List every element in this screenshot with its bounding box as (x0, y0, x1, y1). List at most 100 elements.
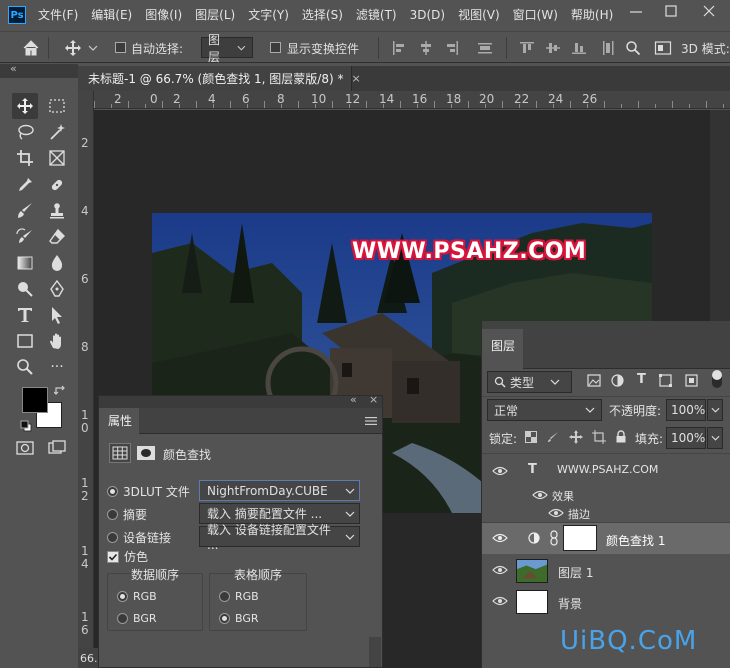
radio-table-order-bgr[interactable] (219, 613, 230, 624)
healing-brush-icon[interactable] (44, 172, 70, 198)
layer-filter-dropdown[interactable]: 类型 (487, 371, 572, 393)
menu-edit[interactable]: 编辑(E) (91, 0, 132, 30)
collapse-icon[interactable]: « (10, 62, 17, 75)
radio-abstract[interactable] (107, 509, 118, 520)
dither-option[interactable]: 仿色 (107, 548, 148, 565)
data-order-bgr[interactable]: BGR (117, 612, 157, 625)
search-icon[interactable] (625, 40, 641, 56)
data-order-rgb[interactable]: RGB (117, 590, 157, 603)
radio-table-order-rgb[interactable] (219, 591, 230, 602)
menu-file[interactable]: 文件(F) (38, 0, 78, 30)
close-panel-icon[interactable]: × (369, 393, 378, 406)
foreground-color-swatch[interactable] (22, 387, 48, 413)
panel-menu-icon[interactable] (365, 416, 377, 426)
menu-select[interactable]: 选择(S) (302, 0, 343, 30)
auto-select-checkbox[interactable] (115, 42, 126, 53)
3dlut-file-dropdown[interactable]: NightFromDay.CUBE (199, 480, 360, 501)
chevron-down-icon[interactable] (88, 44, 98, 52)
align-right-icon[interactable] (444, 40, 460, 56)
layer-thumbnail[interactable] (516, 559, 548, 583)
path-selection-icon[interactable] (44, 302, 70, 328)
screen-mode-icon[interactable] (48, 440, 66, 456)
distribute-vertical-icon[interactable] (600, 40, 616, 56)
lock-all-icon[interactable] (615, 430, 627, 443)
visibility-eye-icon[interactable] (492, 596, 508, 606)
crop-tool-icon[interactable] (12, 145, 38, 171)
type-tool-icon[interactable] (12, 302, 38, 328)
opacity-input[interactable]: 100% (666, 399, 706, 421)
frame-tool-icon[interactable] (44, 145, 70, 171)
hand-tool-icon[interactable] (44, 328, 70, 354)
radio-data-order-rgb[interactable] (117, 591, 128, 602)
device-link-profile-dropdown[interactable]: 载入 设备链接配置文件 ... (199, 523, 360, 552)
blur-tool-icon[interactable] (44, 250, 70, 276)
adjustment-grid-icon[interactable] (109, 443, 131, 463)
menu-help[interactable]: 帮助(H) (571, 0, 613, 30)
workspace-icon[interactable] (654, 40, 672, 56)
filter-adjustment-icon[interactable] (611, 374, 624, 387)
option-device-link[interactable]: 设备链接 (107, 529, 171, 546)
dodge-tool-icon[interactable] (12, 276, 38, 302)
table-order-rgb[interactable]: RGB (219, 590, 259, 603)
home-icon[interactable] (22, 39, 40, 57)
marquee-tool-icon[interactable] (44, 93, 70, 119)
stroke-visibility-eye-icon[interactable] (548, 508, 564, 518)
layer-mask-thumbnail[interactable] (563, 525, 597, 551)
quick-mask-icon[interactable] (16, 440, 34, 456)
radio-data-order-bgr[interactable] (117, 613, 128, 624)
move-tool-icon[interactable] (12, 93, 38, 119)
align-middle-icon[interactable] (545, 40, 561, 56)
properties-scrollbar[interactable] (369, 637, 381, 667)
visibility-eye-icon[interactable] (492, 533, 508, 543)
layer-effects-row[interactable]: 效果 (482, 486, 730, 504)
lock-artboard-icon[interactable] (592, 430, 606, 444)
menu-filter[interactable]: 滤镜(T) (356, 0, 397, 30)
blend-mode-dropdown[interactable]: 正常 (487, 399, 602, 421)
layer-row-selected[interactable]: 颜色查找 1 (482, 523, 730, 554)
layer-thumbnail[interactable] (516, 590, 548, 614)
filter-shape-icon[interactable] (659, 374, 672, 387)
filter-toggle[interactable] (712, 370, 722, 388)
menu-view[interactable]: 视图(V) (458, 0, 500, 30)
rectangle-tool-icon[interactable] (12, 328, 38, 354)
eyedropper-icon[interactable] (12, 172, 38, 198)
layer-row-background[interactable]: 背景 (482, 586, 730, 617)
gradient-tool-icon[interactable] (12, 250, 38, 276)
layer-mask-icon[interactable] (135, 443, 157, 463)
tab-layers[interactable]: 图层 (482, 329, 523, 369)
fill-dropdown[interactable] (707, 427, 723, 449)
chain-link-icon[interactable] (550, 530, 558, 546)
lock-pixels-icon[interactable] (547, 431, 559, 443)
eraser-tool-icon[interactable] (44, 224, 70, 250)
visibility-eye-icon[interactable] (492, 565, 508, 575)
layer-row-image[interactable]: 图层 1 (482, 555, 730, 586)
fill-input[interactable]: 100% (666, 427, 706, 449)
document-tab[interactable]: 未标题-1 @ 66.7% (颜色查找 1, 图层蒙版/8) * × (78, 66, 361, 91)
opacity-dropdown[interactable] (707, 399, 723, 421)
lock-position-icon[interactable] (569, 430, 583, 444)
lock-transparent-icon[interactable] (525, 431, 537, 443)
dither-checkbox[interactable] (107, 550, 119, 563)
table-order-bgr[interactable]: BGR (219, 612, 259, 625)
history-brush-icon[interactable] (12, 224, 38, 250)
align-top-icon[interactable] (519, 40, 535, 56)
auto-select-target-dropdown[interactable]: 图层 (201, 33, 253, 64)
maximize-icon[interactable] (656, 0, 686, 22)
layer-effect-stroke-row[interactable]: 描边 (482, 504, 730, 522)
align-left-icon[interactable] (391, 40, 407, 56)
swap-colors-icon[interactable] (54, 384, 68, 396)
close-tab-icon[interactable]: × (351, 72, 360, 85)
filter-smart-object-icon[interactable] (685, 374, 698, 387)
option-3dlut[interactable]: 3DLUT 文件 (107, 483, 190, 500)
option-abstract[interactable]: 摘要 (107, 506, 147, 523)
lasso-tool-icon[interactable] (12, 119, 38, 145)
menu-window[interactable]: 窗口(W) (513, 0, 558, 30)
magic-wand-icon[interactable] (44, 119, 70, 145)
align-bottom-icon[interactable] (571, 40, 587, 56)
collapse-panel-icon[interactable]: « (350, 393, 357, 406)
pen-tool-icon[interactable] (44, 276, 70, 302)
menu-image[interactable]: 图像(I) (145, 0, 182, 30)
default-colors-icon[interactable] (20, 420, 32, 432)
filter-pixel-icon[interactable] (587, 374, 601, 387)
menu-type[interactable]: 文字(Y) (248, 0, 289, 30)
